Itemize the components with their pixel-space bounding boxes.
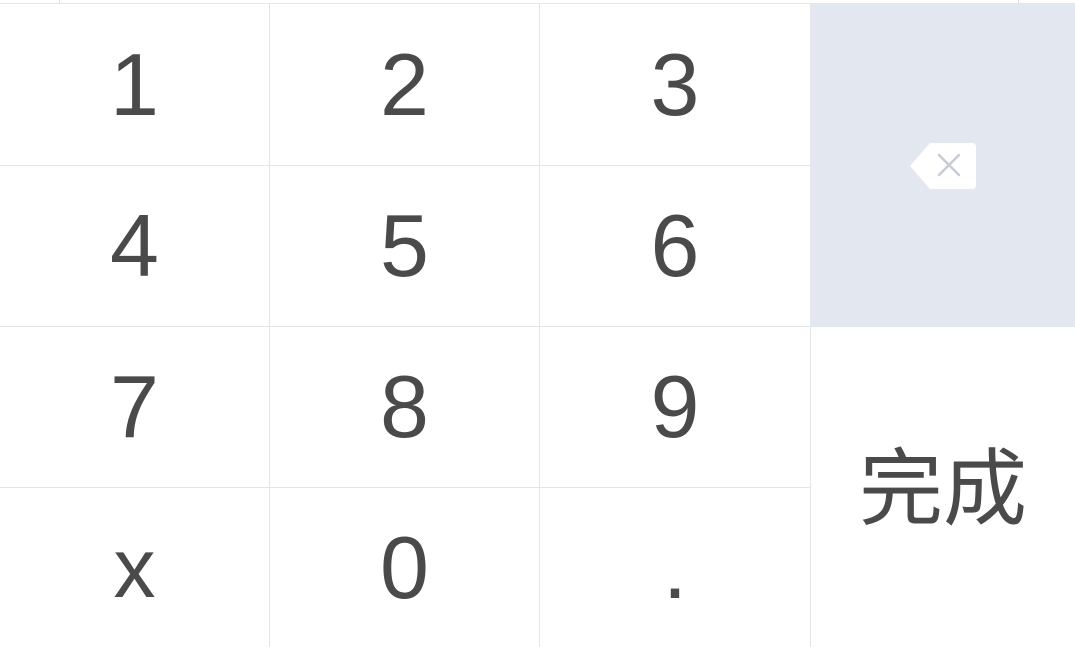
key-4-label: 4 [110,196,159,295]
key-0[interactable]: 0 [269,487,539,647]
key-x-label: x [113,520,156,615]
key-1-label: 1 [110,34,159,134]
backspace-button[interactable] [810,4,1075,327]
key-5-label: 5 [380,196,429,295]
key-4[interactable]: 4 [0,165,269,326]
numeric-keyboard-screen: 1 2 3 4 5 6 7 8 9 x 0 . 完成 [0,0,1075,647]
key-7-label: 7 [110,357,159,456]
key-1[interactable]: 1 [0,4,269,165]
key-7[interactable]: 7 [0,326,269,487]
key-dot[interactable]: . [539,487,810,647]
numeric-keypad: 1 2 3 4 5 6 7 8 9 x 0 . 完成 [0,4,1075,647]
key-dot-label: . [662,517,688,617]
done-button-label: 完成 [858,440,1027,538]
key-9-label: 9 [650,357,700,456]
key-3[interactable]: 3 [539,4,810,165]
done-button[interactable]: 完成 [810,327,1075,647]
key-3-label: 3 [650,34,700,134]
key-6[interactable]: 6 [539,165,810,326]
key-2-label: 2 [380,34,429,134]
key-x[interactable]: x [0,487,269,647]
key-5[interactable]: 5 [269,165,539,326]
key-9[interactable]: 9 [539,326,810,487]
key-8-label: 8 [380,357,429,456]
key-6-label: 6 [650,196,700,295]
backspace-icon [908,141,978,191]
key-8[interactable]: 8 [269,326,539,487]
key-2[interactable]: 2 [269,4,539,165]
key-0-label: 0 [380,517,429,617]
